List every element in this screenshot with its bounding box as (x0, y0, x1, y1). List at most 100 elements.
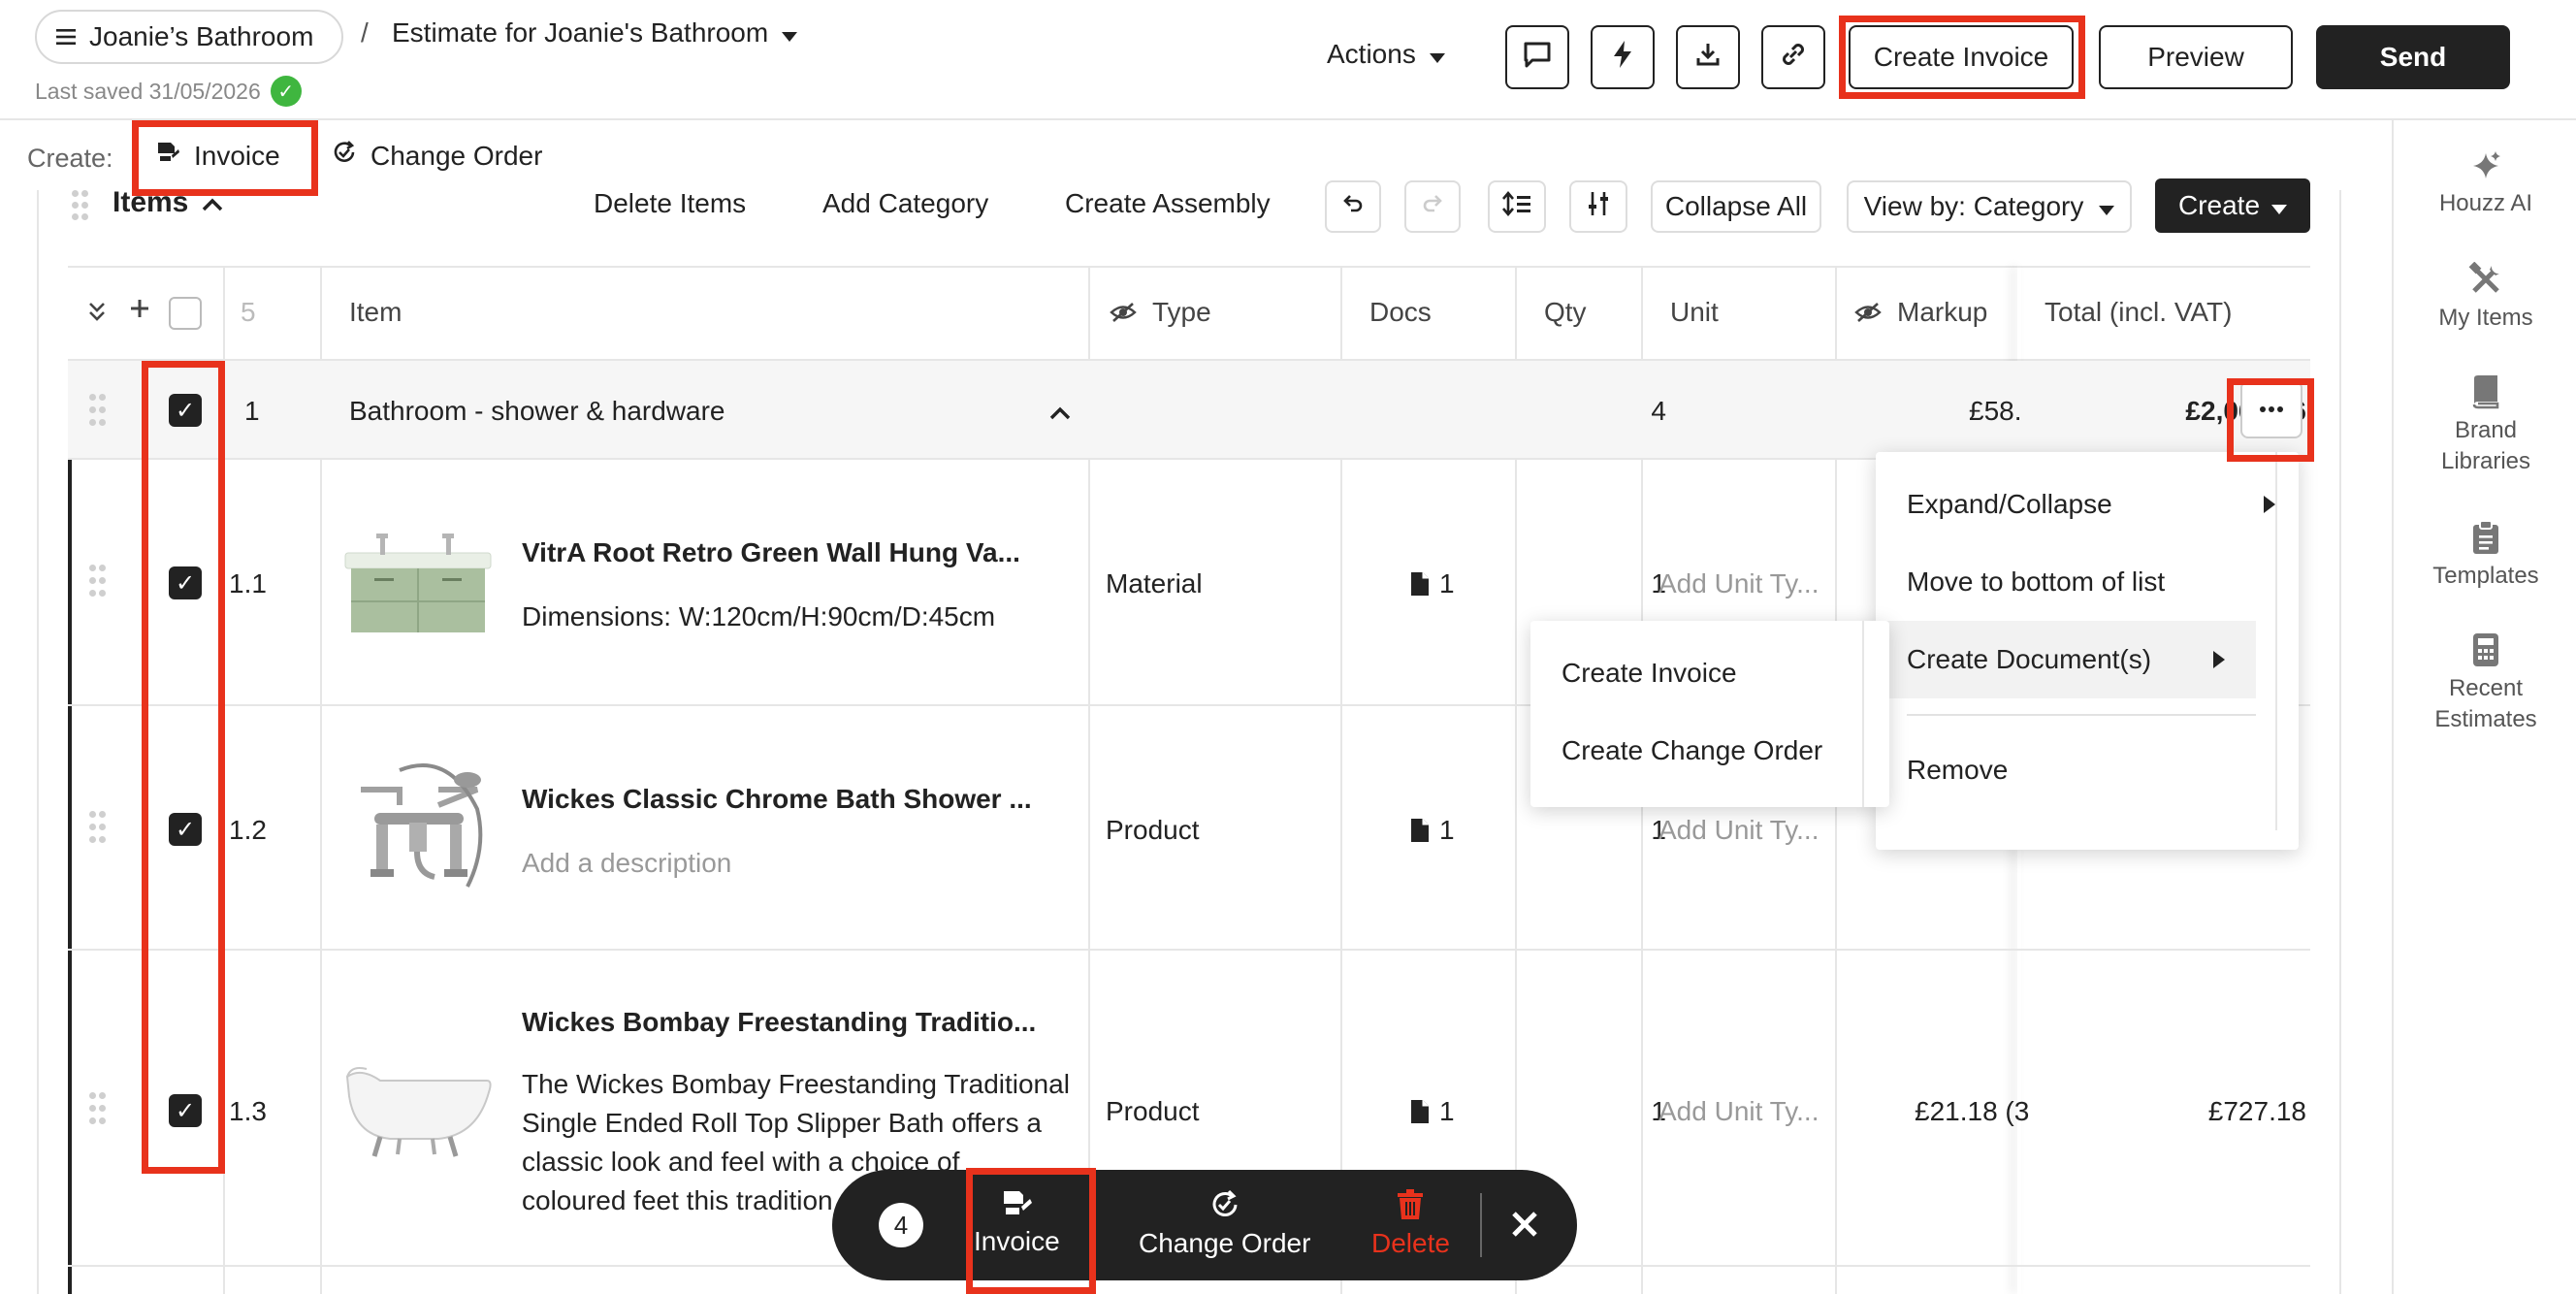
item-type[interactable]: Product (1106, 815, 1200, 846)
category-collapse-button[interactable] (1049, 396, 1071, 427)
column-header-type[interactable]: Type (1110, 297, 1211, 328)
preview-button[interactable]: Preview (2099, 25, 2293, 89)
change-order-label: Change Order (370, 140, 543, 171)
submenu-create-invoice[interactable]: Create Invoice (1562, 658, 1737, 689)
bulk-action-bar: 4 Invoice Change Order Delete (832, 1170, 1577, 1280)
category-name[interactable]: Bathroom - shower & hardware (349, 396, 725, 427)
item-docs[interactable]: 1 (1410, 815, 1455, 846)
row-checkbox[interactable]: ✓ (169, 566, 202, 599)
sort-button[interactable] (1488, 180, 1546, 233)
sidebar-item-brand-libraries[interactable]: Brand Libraries (2394, 374, 2576, 477)
calculator-icon (2473, 633, 2498, 666)
row-checkbox[interactable]: ✓ (169, 1094, 202, 1127)
item-number: 1.2 (229, 815, 267, 845)
create-documents-submenu: Create Invoice Create Change Order (1530, 621, 1889, 807)
item-total: £727.18 (2089, 1096, 2306, 1127)
row-count: 5 (241, 297, 256, 327)
item-description-placeholder[interactable]: Add a description (522, 844, 731, 883)
column-header-docs[interactable]: Docs (1369, 297, 1432, 328)
view-by-dropdown[interactable]: View by: Category (1847, 180, 2132, 233)
create-dropdown-button[interactable]: Create (2155, 178, 2310, 233)
sidebar-label: Recent Estimates (2434, 675, 2537, 732)
bulk-close-button[interactable] (1511, 1211, 1538, 1245)
create-invoice-button[interactable]: Create Invoice (1849, 25, 2074, 89)
item-unit[interactable]: Add Unit Ty... (1658, 815, 1819, 846)
sidebar-item-houzz-ai[interactable]: Houzz AI (2394, 149, 2576, 219)
caret-right-icon (2213, 651, 2225, 668)
last-saved-status: Last saved 31/05/2026 ✓ (35, 76, 302, 107)
drag-handle-icon[interactable] (89, 1092, 109, 1129)
item-title[interactable]: VitrA Root Retro Green Wall Hung Va... (522, 537, 1020, 568)
item-qty[interactable]: 1 (1608, 568, 1666, 599)
select-all-checkbox[interactable] (169, 297, 202, 330)
column-header-total[interactable]: Total (incl. VAT) (2045, 297, 2232, 328)
menu-item-move-to-bottom[interactable]: Move to bottom of list (1907, 566, 2165, 598)
send-button[interactable]: Send (2316, 25, 2510, 89)
comment-button[interactable] (1505, 25, 1569, 89)
document-icon (1411, 572, 1429, 596)
drag-handle-icon[interactable] (89, 811, 109, 848)
project-breadcrumb-button[interactable]: Joanie’s Bathroom (35, 10, 343, 64)
menu-item-create-documents[interactable]: Create Document(s) (1876, 621, 2256, 698)
category-row[interactable]: ✓ 1 Bathroom - shower & hardware 4 £58. … (68, 361, 2310, 460)
category-qty: 4 (1651, 396, 1666, 426)
expand-all-button[interactable] (87, 301, 107, 322)
column-header-item[interactable]: Item (349, 297, 402, 328)
item-title[interactable]: Wickes Bombay Freestanding Traditio... (522, 1007, 1036, 1038)
create-change-order-shortcut[interactable]: Change Order (332, 140, 542, 172)
item-description[interactable]: Dimensions: W:120cm/H:90cm/D:45cm (522, 598, 995, 636)
bath-shower-mixer-image (341, 751, 497, 888)
item-unit[interactable]: Add Unit Ty... (1658, 1096, 1819, 1127)
sidebar-label: Houzz AI (2438, 190, 2533, 216)
redo-button[interactable] (1404, 180, 1461, 233)
item-qty[interactable]: 1 (1608, 1096, 1666, 1127)
menu-item-remove[interactable]: Remove (1907, 755, 2008, 786)
menu-divider (1907, 714, 2256, 716)
menu-item-expand-collapse[interactable]: Expand/Collapse (1907, 489, 2275, 520)
collapse-all-button[interactable]: Collapse All (1651, 180, 1821, 233)
sidebar-item-templates[interactable]: Templates (2394, 520, 2576, 592)
last-saved-text: Last saved 31/05/2026 (35, 78, 261, 104)
create-assembly-button[interactable]: Create Assembly (1065, 188, 1271, 219)
column-header-markup[interactable]: Markup (1854, 297, 1987, 328)
item-unit[interactable]: Add Unit Ty... (1658, 568, 1819, 599)
bulk-delete-button[interactable]: Delete (1371, 1189, 1450, 1259)
bulk-change-order-button[interactable]: Change Order (1139, 1189, 1310, 1259)
add-category-button[interactable]: Add Category (822, 188, 988, 219)
filter-columns-button[interactable] (1569, 180, 1627, 233)
sidebar-item-recent-estimates[interactable]: Recent Estimates (2394, 632, 2576, 735)
add-row-button[interactable] (128, 297, 151, 320)
redo-icon (1421, 191, 1444, 222)
items-section-toggle[interactable]: Items (113, 186, 223, 219)
submenu-create-change-order[interactable]: Create Change Order (1562, 735, 1822, 766)
item-title[interactable]: Wickes Classic Chrome Bath Shower ... (522, 784, 1032, 815)
automation-button[interactable] (1591, 25, 1655, 89)
actions-dropdown[interactable]: Actions (1327, 39, 1445, 70)
item-markup[interactable]: £21.18 (3 (1915, 1096, 2029, 1127)
row-checkbox[interactable]: ✓ (169, 813, 202, 846)
undo-button[interactable] (1325, 180, 1381, 233)
item-docs[interactable]: 1 (1410, 1096, 1455, 1127)
column-header-qty[interactable]: Qty (1544, 297, 1587, 328)
item-type[interactable]: Material (1106, 568, 1203, 599)
invoice-icon (1004, 1191, 1033, 1214)
copy-link-button[interactable] (1761, 25, 1825, 89)
row-checkbox[interactable]: ✓ (169, 394, 202, 427)
project-name: Joanie’s Bathroom (89, 21, 314, 51)
delete-items-button[interactable]: Delete Items (594, 188, 746, 219)
column-header-unit[interactable]: Unit (1670, 297, 1719, 328)
row-options-button[interactable] (2240, 380, 2302, 438)
drag-handle-icon[interactable] (89, 394, 109, 431)
vanity-unit-image (341, 514, 497, 650)
download-button[interactable] (1676, 25, 1740, 89)
item-type[interactable]: Product (1106, 1096, 1200, 1127)
document-title-dropdown[interactable]: Estimate for Joanie's Bathroom (392, 17, 798, 49)
drag-handle-icon[interactable] (89, 565, 109, 601)
bulk-invoice-button[interactable]: Invoice (974, 1189, 1060, 1257)
tools-icon (2468, 262, 2499, 293)
sidebar-item-my-items[interactable]: My Items (2394, 262, 2576, 334)
create-invoice-shortcut[interactable]: Invoice (155, 140, 280, 172)
item-docs[interactable]: 1 (1410, 568, 1455, 599)
item-qty[interactable]: 1 (1608, 815, 1666, 846)
close-icon (1512, 1212, 1537, 1237)
